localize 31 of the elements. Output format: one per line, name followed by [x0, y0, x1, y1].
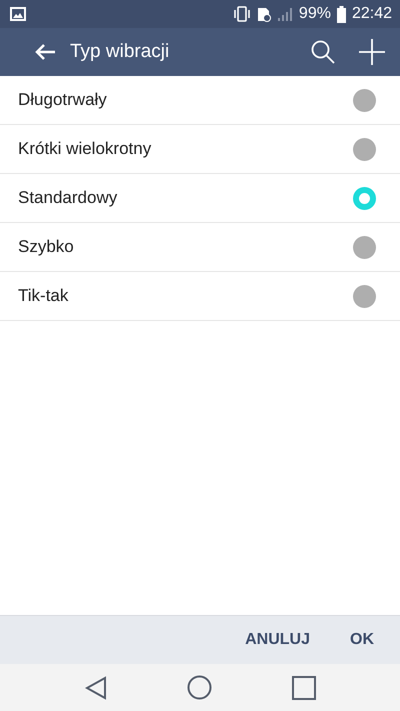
- dialog-button[interactable]: ANULUJ: [245, 631, 310, 649]
- signal-icon: [276, 6, 293, 22]
- option-label: Krótki wielokrotny: [18, 139, 152, 159]
- clock: 22:42: [352, 5, 392, 23]
- option-row[interactable]: Długotrwały: [0, 76, 400, 125]
- radio-button[interactable]: [353, 284, 376, 308]
- battery-percent: 99%: [298, 5, 331, 23]
- radio-button[interactable]: [353, 186, 376, 210]
- option-label: Standardowy: [18, 188, 118, 208]
- vibrate-icon: [232, 6, 251, 22]
- search-button[interactable]: [310, 39, 336, 65]
- option-label: Tik-tak: [18, 286, 68, 306]
- screen-title: Typ wibracji: [70, 41, 170, 63]
- option-row[interactable]: Krótki wielokrotny: [0, 125, 400, 174]
- option-row[interactable]: Szybko: [0, 223, 400, 272]
- battery-icon: [336, 6, 346, 22]
- add-button[interactable]: [358, 38, 386, 66]
- option-label: Szybko: [18, 237, 74, 257]
- radio-button[interactable]: [353, 88, 376, 112]
- radio-button[interactable]: [353, 236, 376, 258]
- recents-nav-button[interactable]: [292, 676, 316, 700]
- back-button[interactable]: [34, 43, 56, 61]
- option-label: Długotrwały: [18, 90, 107, 110]
- image-icon: [10, 7, 26, 21]
- sd-card-icon: [256, 6, 271, 22]
- radio-button[interactable]: [353, 138, 376, 160]
- back-nav-button[interactable]: [84, 676, 106, 700]
- home-nav-button[interactable]: [186, 675, 212, 700]
- option-row[interactable]: Tik-tak: [0, 272, 400, 321]
- dialog-button[interactable]: OK: [350, 631, 374, 649]
- option-row[interactable]: Standardowy: [0, 174, 400, 223]
